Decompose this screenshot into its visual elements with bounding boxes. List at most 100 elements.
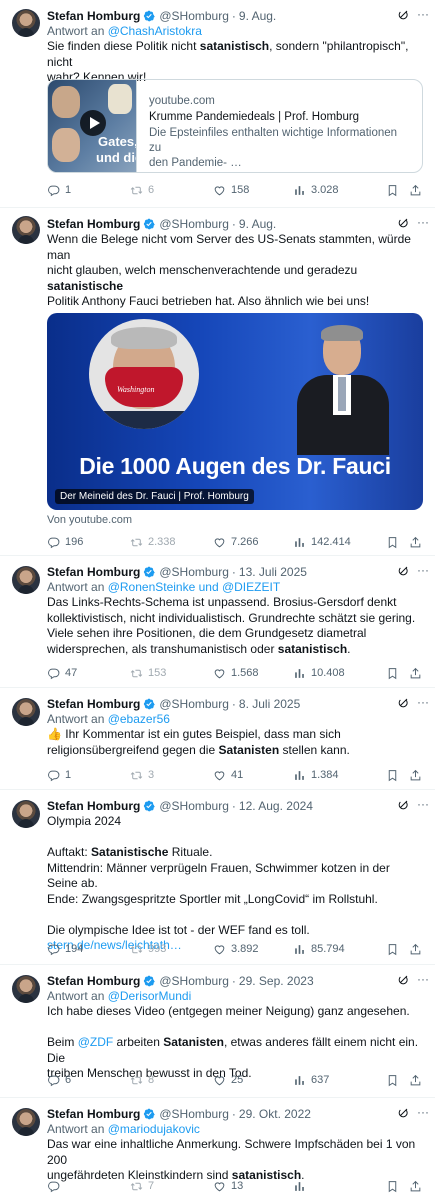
- reply-button[interactable]: 1: [47, 769, 71, 782]
- source-label[interactable]: Von youtube.com: [47, 514, 132, 526]
- views-button[interactable]: 1.384: [293, 769, 339, 782]
- tweet[interactable]: Stefan Homburg @SHomburg · 9. Aug. Antwo…: [0, 0, 435, 208]
- tweet-date[interactable]: 9. Aug.: [239, 9, 276, 23]
- author-handle[interactable]: @SHomburg: [159, 1107, 229, 1121]
- avatar[interactable]: [12, 9, 40, 37]
- grok-icon[interactable]: [397, 974, 409, 986]
- grok-icon[interactable]: [397, 9, 409, 21]
- reply-to-mention[interactable]: @DerisorMundi: [108, 989, 192, 1003]
- reply-button[interactable]: 194: [47, 943, 83, 956]
- author-name[interactable]: Stefan Homburg: [47, 799, 140, 813]
- more-icon[interactable]: ···: [417, 797, 429, 811]
- more-icon[interactable]: ···: [417, 972, 429, 986]
- author-handle[interactable]: @SHomburg: [159, 697, 229, 711]
- reply-to-mention[interactable]: @RonenSteinke und @DIEZEIT: [108, 580, 280, 594]
- grok-icon[interactable]: [397, 1107, 409, 1119]
- author-name[interactable]: Stefan Homburg: [47, 974, 140, 988]
- more-icon[interactable]: ···: [417, 563, 429, 577]
- share-button[interactable]: [409, 1074, 427, 1087]
- tweet[interactable]: Stefan Homburg @SHomburg · 29. Okt. 2022…: [0, 1098, 435, 1200]
- grok-icon[interactable]: [397, 697, 409, 709]
- bookmark-button[interactable]: [386, 943, 404, 956]
- more-icon[interactable]: ···: [417, 1105, 429, 1119]
- tweet[interactable]: Stefan Homburg @SHomburg · 29. Sep. 2023…: [0, 965, 435, 1098]
- views-button[interactable]: [293, 1180, 311, 1193]
- share-button[interactable]: [409, 1180, 427, 1193]
- bookmark-button[interactable]: [386, 667, 404, 680]
- reply-to-mention[interactable]: @ChashAristokra: [108, 24, 202, 38]
- bookmark-button[interactable]: [386, 184, 404, 197]
- tweet[interactable]: Stefan Homburg @SHomburg · 12. Aug. 2024…: [0, 790, 435, 965]
- repost-button[interactable]: 8: [130, 1074, 154, 1087]
- author-name[interactable]: Stefan Homburg: [47, 697, 140, 711]
- avatar[interactable]: [12, 800, 40, 828]
- reply-button[interactable]: [47, 1180, 65, 1193]
- author-handle[interactable]: @SHomburg: [159, 974, 229, 988]
- bookmark-button[interactable]: [386, 536, 404, 549]
- grok-icon[interactable]: [397, 799, 409, 811]
- tweet[interactable]: Stefan Homburg @SHomburg · 13. Juli 2025…: [0, 556, 435, 688]
- tweet-date[interactable]: 8. Juli 2025: [239, 697, 300, 711]
- views-button[interactable]: 142.414: [293, 536, 351, 549]
- views-button[interactable]: 10.408: [293, 667, 345, 680]
- views-button[interactable]: 85.794: [293, 943, 345, 956]
- mention-link[interactable]: @ZDF: [78, 1035, 114, 1049]
- avatar[interactable]: [12, 566, 40, 594]
- repost-button[interactable]: 7: [130, 1180, 154, 1193]
- author-name[interactable]: Stefan Homburg: [47, 1107, 140, 1121]
- repost-button[interactable]: 2.338: [130, 536, 176, 549]
- repost-button[interactable]: 993: [130, 943, 166, 956]
- grok-icon[interactable]: [397, 565, 409, 577]
- like-button[interactable]: 7.266: [213, 536, 259, 549]
- views-button[interactable]: 637: [293, 1074, 329, 1087]
- share-button[interactable]: [409, 536, 427, 549]
- more-icon[interactable]: ···: [417, 7, 429, 21]
- like-button[interactable]: 158: [213, 184, 249, 197]
- share-button[interactable]: [409, 184, 427, 197]
- tweet-date[interactable]: 13. Juli 2025: [239, 565, 307, 579]
- repost-button[interactable]: 3: [130, 769, 154, 782]
- grok-icon[interactable]: [397, 217, 409, 229]
- tweet-date[interactable]: 29. Sep. 2023: [239, 974, 314, 988]
- bookmark-button[interactable]: [386, 1074, 404, 1087]
- bookmark-button[interactable]: [386, 769, 404, 782]
- avatar[interactable]: [12, 698, 40, 726]
- author-handle[interactable]: @SHomburg: [159, 217, 229, 231]
- share-button[interactable]: [409, 943, 427, 956]
- more-icon[interactable]: ···: [417, 215, 429, 229]
- avatar[interactable]: [12, 975, 40, 1003]
- reply-button[interactable]: 196: [47, 536, 83, 549]
- tweet-date[interactable]: 9. Aug.: [239, 217, 276, 231]
- video-thumbnail[interactable]: Washington Die 1000 Augen des Dr. Fauci …: [47, 313, 423, 510]
- tweet-date[interactable]: 12. Aug. 2024: [239, 799, 313, 813]
- like-button[interactable]: 41: [213, 769, 243, 782]
- author-handle[interactable]: @SHomburg: [159, 565, 229, 579]
- tweet-date[interactable]: 29. Okt. 2022: [239, 1107, 311, 1121]
- link-card[interactable]: Gates, E und die youtube.com Krumme Pand…: [47, 79, 423, 173]
- reply-button[interactable]: 47: [47, 667, 77, 680]
- avatar[interactable]: [12, 1108, 40, 1136]
- share-button[interactable]: [409, 667, 427, 680]
- like-button[interactable]: 25: [213, 1074, 243, 1087]
- like-button[interactable]: 13: [213, 1180, 243, 1193]
- reply-to-mention[interactable]: @ebazer56: [108, 712, 170, 726]
- reply-to-mention[interactable]: @mariodujakovic: [108, 1122, 200, 1136]
- reply-button[interactable]: 6: [47, 1074, 71, 1087]
- tweet[interactable]: Stefan Homburg @SHomburg · 9. Aug. Wenn …: [0, 208, 435, 556]
- repost-button[interactable]: 153: [130, 667, 166, 680]
- avatar[interactable]: [12, 216, 40, 244]
- author-handle[interactable]: @SHomburg: [159, 799, 229, 813]
- bookmark-button[interactable]: [386, 1180, 404, 1193]
- like-button[interactable]: 1.568: [213, 667, 259, 680]
- author-name[interactable]: Stefan Homburg: [47, 565, 140, 579]
- reply-button[interactable]: 1: [47, 184, 71, 197]
- author-name[interactable]: Stefan Homburg: [47, 9, 140, 23]
- share-button[interactable]: [409, 769, 427, 782]
- more-icon[interactable]: ···: [417, 695, 429, 709]
- tweet[interactable]: Stefan Homburg @SHomburg · 8. Juli 2025 …: [0, 688, 435, 790]
- author-name[interactable]: Stefan Homburg: [47, 217, 140, 231]
- repost-button[interactable]: 6: [130, 184, 154, 197]
- author-handle[interactable]: @SHomburg: [159, 9, 229, 23]
- like-button[interactable]: 3.892: [213, 943, 259, 956]
- views-button[interactable]: 3.028: [293, 184, 339, 197]
